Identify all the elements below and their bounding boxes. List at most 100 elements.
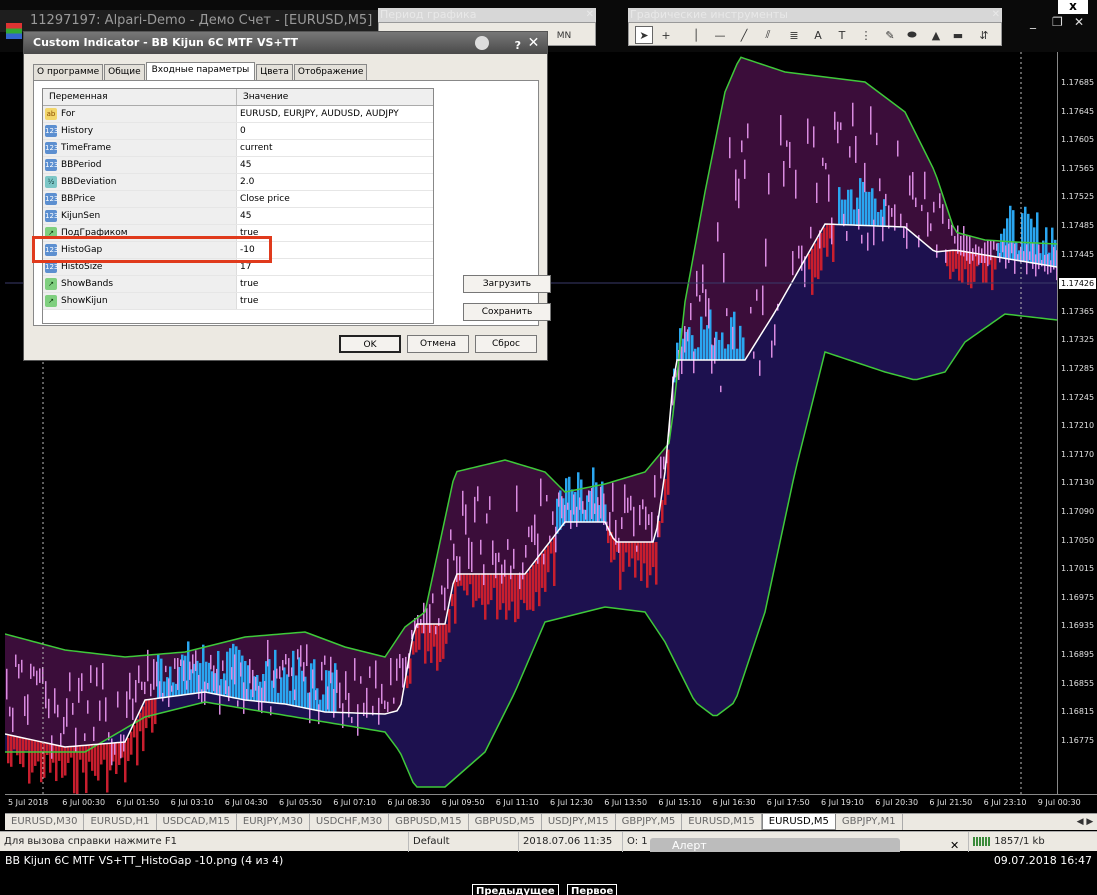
tab-scroll-arrows-icon[interactable]: ◀ ▶	[1073, 814, 1097, 830]
ellipse-icon[interactable]: ⬬	[903, 26, 921, 44]
price-candle	[822, 157, 824, 166]
price-candle	[558, 492, 560, 507]
column-header-variable[interactable]: Переменная	[43, 89, 237, 105]
symbol-tab[interactable]: USDCHF,M30	[310, 814, 390, 830]
tab-visualization[interactable]: Отображение	[293, 64, 368, 80]
price-candle	[117, 691, 119, 708]
arrows-icon[interactable]: ⇵	[975, 26, 993, 44]
histogram-bar	[640, 542, 643, 581]
param-row[interactable]: ½ BBDeviation 2.0	[43, 174, 433, 191]
param-value[interactable]: 45	[237, 208, 433, 224]
text-label-icon[interactable]: T	[833, 26, 851, 44]
symbol-tab[interactable]: GBPUSD,M15	[389, 814, 469, 830]
text-icon[interactable]: A	[809, 26, 827, 44]
window-close-icon[interactable]: ✕	[1074, 15, 1084, 29]
symbol-tab[interactable]: GBPUSD,M5	[469, 814, 542, 830]
ok-button[interactable]: OK	[339, 335, 401, 353]
param-value[interactable]: 45	[237, 157, 433, 173]
price-candle	[870, 106, 872, 135]
alert-close-icon[interactable]: ✕	[950, 839, 959, 852]
param-row[interactable]: 123 KijunSen 45	[43, 208, 433, 225]
tab-colors[interactable]: Цвета	[256, 64, 293, 80]
period-toolbar-close-icon[interactable]: ✕	[586, 8, 594, 22]
param-row[interactable]: 123 BBPeriod 45	[43, 157, 433, 174]
symbol-tab[interactable]: EURUSD,M5	[761, 814, 836, 830]
price-candle	[948, 218, 950, 230]
tab-common[interactable]: Общие	[104, 64, 145, 80]
price-candle	[561, 496, 563, 519]
histogram-bar	[496, 574, 499, 620]
histogram-bar	[703, 329, 706, 360]
cursor-icon[interactable]: ➤	[635, 26, 653, 44]
minimize-icon[interactable]: _	[1030, 15, 1036, 29]
rectangle-icon[interactable]: ▬	[949, 26, 967, 44]
param-value[interactable]: 0	[237, 123, 433, 139]
load-button[interactable]: Загрузить	[463, 275, 551, 293]
price-candle	[762, 285, 764, 316]
channel-icon[interactable]: ⫽	[759, 26, 777, 44]
tab-inputs[interactable]: Входные параметры	[145, 62, 256, 80]
restore-icon[interactable]: ❐	[1052, 15, 1063, 29]
column-header-value[interactable]: Значение	[237, 89, 288, 105]
param-row[interactable]: 123 TimeFrame current	[43, 140, 433, 157]
price-tick-label: 1.17565	[1061, 163, 1095, 173]
symbol-tab[interactable]: GBPJPY,M1	[836, 814, 903, 830]
cancel-button[interactable]: Отмена	[407, 335, 469, 353]
price-candle	[102, 663, 104, 690]
symbol-tab[interactable]: EURUSD,M30	[5, 814, 85, 830]
time-tick-label: 6 Jul 19:10	[821, 798, 864, 807]
fibo-icon[interactable]: ≣	[785, 26, 803, 44]
tab-about[interactable]: О программе	[33, 64, 104, 80]
param-row[interactable]: 123 BBPrice Close price	[43, 191, 433, 208]
price-candle	[837, 121, 839, 144]
help-icon[interactable]: ?	[515, 35, 521, 57]
price-candle	[1020, 246, 1022, 263]
symbol-tab[interactable]: EURUSD,M15	[682, 814, 762, 830]
param-row[interactable]: 123 History 0	[43, 123, 433, 140]
symbol-tab[interactable]: GBPJPY,M5	[616, 814, 683, 830]
pencil-icon[interactable]: ✎	[881, 26, 899, 44]
vertical-line-icon[interactable]: │	[687, 26, 705, 44]
time-tick-label: 6 Jul 16:30	[712, 798, 756, 807]
price-candle	[552, 511, 554, 525]
param-row[interactable]: ab For EURUSD, EURJPY, AUDUSD, AUDJPY	[43, 106, 433, 123]
price-candle	[1002, 240, 1004, 253]
price-candle	[249, 658, 251, 684]
reset-button[interactable]: Сброс	[475, 335, 537, 353]
trend-line-icon[interactable]: ╱	[735, 26, 753, 44]
param-value[interactable]: Close price	[237, 191, 433, 207]
time-tick-label: 6 Jul 09:50	[441, 798, 485, 807]
symbol-tab[interactable]: USDJPY,M15	[542, 814, 616, 830]
price-candle	[930, 223, 932, 232]
param-value[interactable]: true	[237, 293, 433, 309]
triangle-icon[interactable]: ▲	[927, 26, 945, 44]
param-value[interactable]: 2.0	[237, 174, 433, 190]
price-candle	[180, 659, 182, 667]
price-candle	[399, 654, 401, 669]
symbol-tab[interactable]: EURJPY,M30	[237, 814, 310, 830]
symbol-tab[interactable]: USDCAD,M15	[157, 814, 237, 830]
time-tick-label: 6 Jul 05:50	[279, 798, 322, 807]
first-image-button[interactable]: Первое	[567, 884, 618, 895]
timeframe-mn-button[interactable]: MN	[553, 28, 575, 44]
fibo-fan-icon[interactable]: ⋮	[857, 26, 875, 44]
param-row[interactable]: ↗ ShowBands true	[43, 276, 433, 293]
horizontal-line-icon[interactable]: —	[711, 26, 729, 44]
viewer-close-button[interactable]: x	[1058, 0, 1088, 14]
previous-image-button[interactable]: Предыдущее	[472, 884, 559, 895]
save-button[interactable]: Сохранить	[463, 303, 551, 321]
app-title: 11297197: Alpari-Demo - Демо Счет - [EUR…	[30, 13, 373, 28]
status-datetime: 2018.07.06 11:35	[518, 832, 622, 852]
symbol-tab[interactable]: EURUSD,H1	[84, 814, 157, 830]
histogram-bar	[811, 248, 814, 295]
price-candle	[972, 248, 974, 261]
param-value[interactable]: true	[237, 276, 433, 292]
param-value[interactable]: EURUSD, EURJPY, AUDUSD, AUDJPY	[237, 106, 433, 122]
histogram-bar	[25, 738, 28, 751]
crosshair-icon[interactable]: +	[657, 26, 675, 44]
price-candle	[480, 539, 482, 555]
dialog-close-icon[interactable]: ✕	[525, 32, 542, 51]
param-value[interactable]: current	[237, 140, 433, 156]
graphics-toolbar-close-icon[interactable]: ✕	[992, 8, 1000, 22]
param-row[interactable]: ↗ ShowKijun true	[43, 293, 433, 310]
